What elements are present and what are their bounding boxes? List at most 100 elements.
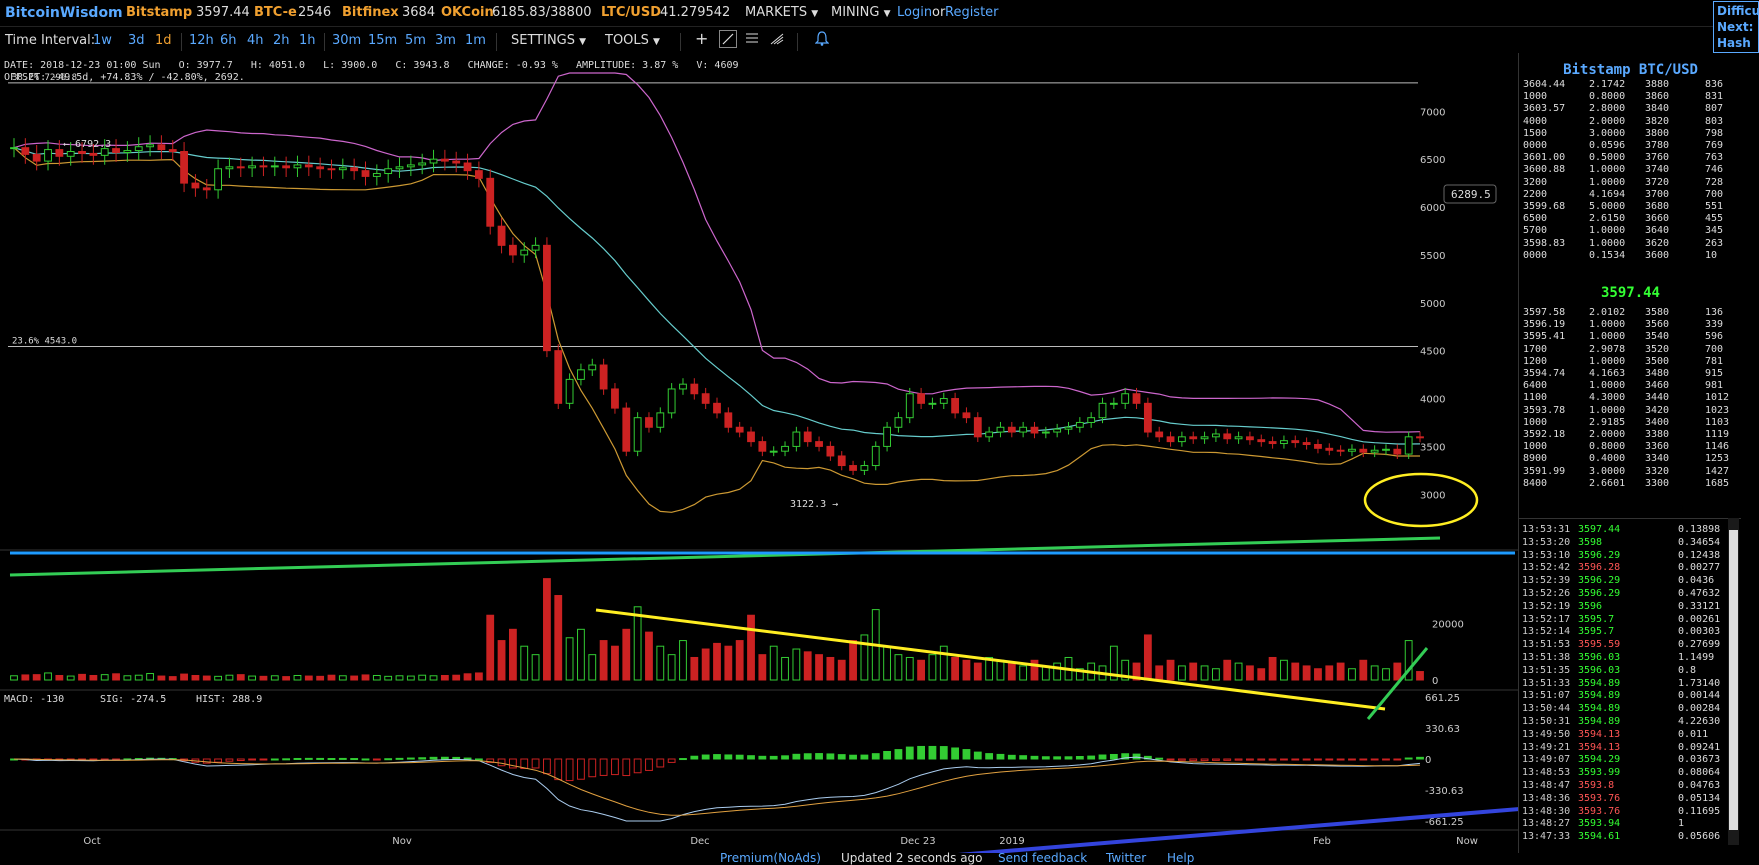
volume-bar <box>418 674 427 681</box>
interval-30m[interactable]: 30m <box>332 33 361 48</box>
trade-row: 13:51:07 3594.89 0.00144 <box>1518 689 1728 702</box>
volume-uptrend-line <box>1366 647 1429 720</box>
interval-15m[interactable]: 15m <box>368 33 397 48</box>
volume-bar <box>1053 662 1062 681</box>
site-logo[interactable]: BitcoinWisdom <box>5 5 123 21</box>
crosshair-icon[interactable]: + <box>695 29 708 48</box>
divider <box>680 33 681 51</box>
login-link[interactable]: Login <box>897 5 932 20</box>
bell-icon[interactable] <box>814 30 830 50</box>
settings-menu[interactable]: SETTINGS ▼ <box>511 33 586 48</box>
fibonacci-tool-icon[interactable] <box>769 30 785 50</box>
volume-bar <box>758 654 767 681</box>
macd-hist-bar <box>679 758 687 761</box>
macd-hist-bar <box>565 758 574 782</box>
top-bar: BitcoinWisdom Bitstamp 3597.44 BTC-e 254… <box>0 0 1759 27</box>
interval-3d[interactable]: 3d <box>128 33 145 48</box>
candle-body <box>894 417 903 428</box>
candle-body <box>667 388 676 414</box>
markets-menu[interactable]: MARKETS ▼ <box>745 5 818 20</box>
exchange-okcoin[interactable]: OKCoin <box>441 5 494 20</box>
interval-1d[interactable]: 1d <box>155 33 172 48</box>
interval-1m[interactable]: 1m <box>465 33 486 48</box>
candle-body <box>338 167 347 171</box>
price-axis-label: 5000 <box>1420 299 1445 310</box>
horizontal-lines-icon[interactable] <box>744 30 760 50</box>
candle-body <box>429 158 438 164</box>
volume-bar <box>1019 665 1028 681</box>
interval-3m[interactable]: 3m <box>435 33 456 48</box>
candle-body <box>180 151 188 184</box>
candle-body <box>418 162 427 166</box>
volume-bar <box>1268 656 1277 681</box>
trade-cell: 13:51:35 <box>1522 664 1571 676</box>
macd-hist-bar <box>429 756 438 760</box>
candle-body <box>520 249 529 256</box>
volume-bars <box>10 578 1424 681</box>
macd-hist-bar <box>894 749 903 760</box>
macd-hist-bar <box>735 754 744 760</box>
interval-4h[interactable]: 4h <box>247 33 264 48</box>
mining-menu[interactable]: MINING ▼ <box>831 5 890 20</box>
exchange-bitfinex[interactable]: Bitfinex <box>342 5 399 20</box>
feedback-link[interactable]: Send feedback <box>998 851 1087 865</box>
macd-hist-bar <box>327 758 336 761</box>
exchange-ltcusd[interactable]: LTC/USD <box>601 5 661 20</box>
trade-cell: 3596.29 <box>1578 549 1621 561</box>
trade-cell: 13:53:31 <box>1522 524 1571 535</box>
trade-cell: 13:51:38 <box>1522 652 1571 663</box>
trade-row: 13:53:10 3596.29 0.12438 <box>1518 549 1728 562</box>
help-link[interactable]: Help <box>1167 851 1194 865</box>
twitter-link[interactable]: Twitter <box>1106 851 1146 865</box>
trade-cell: 13:53:10 <box>1522 549 1571 561</box>
candle-body <box>1098 402 1107 419</box>
macd-hist-bar <box>871 753 880 760</box>
candle-body <box>837 455 846 467</box>
interval-1w[interactable]: 1w <box>93 33 112 48</box>
interval-12h[interactable]: 12h <box>189 33 214 48</box>
trade-cell: 13:49:21 <box>1522 741 1571 753</box>
candle-body <box>860 465 869 471</box>
trendline-tool-icon[interactable] <box>719 30 737 48</box>
interval-2h[interactable]: 2h <box>273 33 290 48</box>
macd-hist-bar <box>509 758 517 769</box>
macd-hist-bar <box>792 753 801 760</box>
order-book-title: Bitstamp BTC/USD <box>1563 62 1698 78</box>
volume-bar <box>214 675 222 681</box>
trades-scrollbar-thumb[interactable] <box>1729 530 1738 830</box>
exchange-btce[interactable]: BTC-e <box>254 5 297 20</box>
candle-body <box>1132 393 1141 404</box>
register-link[interactable]: Register <box>945 5 999 20</box>
volume-bar <box>1382 668 1390 681</box>
volume-bar <box>384 675 393 681</box>
price-chart[interactable]: 38.2% 7296.8 23.6% 4543.0 7000 6500 6000 550… <box>0 53 1518 853</box>
trade-cell: 3593.94 <box>1578 818 1621 830</box>
trade-cell: 3596.03 <box>1578 664 1621 676</box>
macd-hist-bar <box>1370 758 1379 761</box>
trade-cell: 13:53:20 <box>1522 536 1571 548</box>
volume-bar <box>463 673 472 681</box>
macd-hist-bar <box>1382 758 1390 761</box>
macd-hist-bar <box>758 755 767 760</box>
volume-bar <box>803 651 812 681</box>
trade-cell: 13:47:33 <box>1522 831 1571 843</box>
candle-body <box>168 149 177 153</box>
tools-menu[interactable]: TOOLS ▼ <box>605 33 660 48</box>
macd-hist-bar <box>1132 753 1141 760</box>
premium-link[interactable]: Premium(NoAds) <box>720 851 821 865</box>
volume-bar <box>905 656 914 681</box>
interval-5m[interactable]: 5m <box>405 33 426 48</box>
trade-row: 13:53:31 3597.44 0.13898 <box>1518 523 1728 536</box>
macd-hist-bar <box>452 756 461 760</box>
volume-bar <box>837 659 846 681</box>
volume-bar <box>146 673 154 681</box>
time-axis: Oct Nov Dec Dec 23 2019 Feb Now <box>83 836 1478 847</box>
volume-bar <box>1200 665 1209 681</box>
macd-hist-bar <box>951 747 960 760</box>
exchange-bitstamp[interactable]: Bitstamp <box>126 5 192 20</box>
interval-1h[interactable]: 1h <box>299 33 316 48</box>
trade-cell: 3593.8 <box>1578 780 1615 791</box>
price-axis-label: 6500 <box>1420 155 1445 166</box>
mining-label: MINING <box>831 5 880 20</box>
interval-6h[interactable]: 6h <box>220 33 237 48</box>
